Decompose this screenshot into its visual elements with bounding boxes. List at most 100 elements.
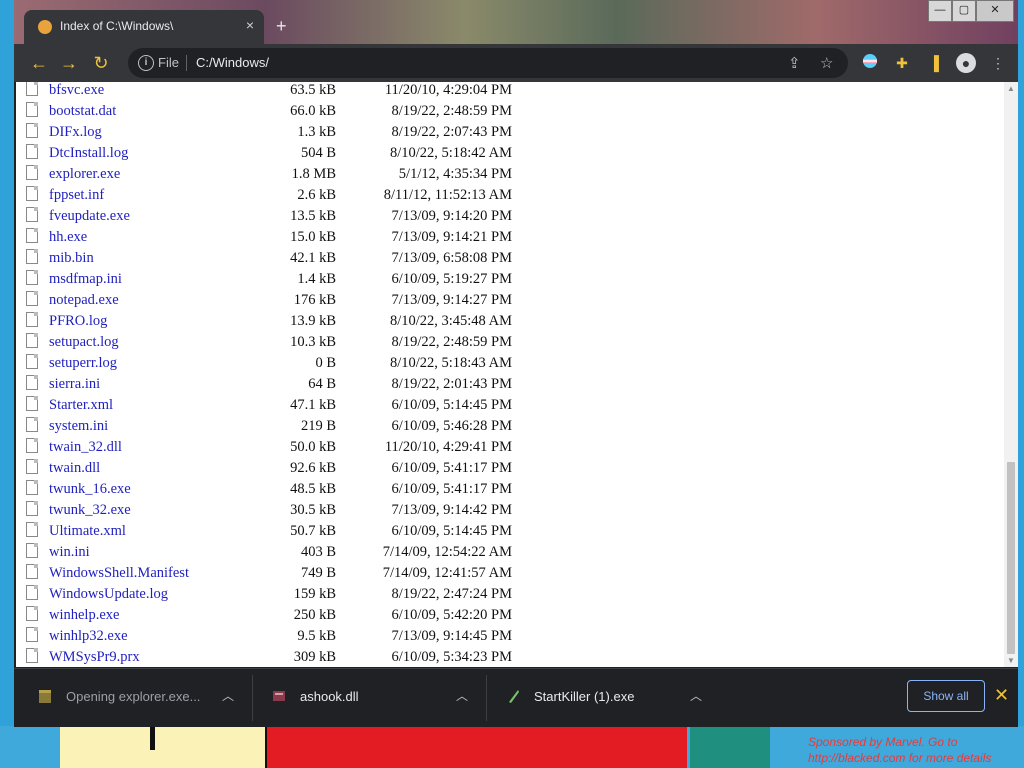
close-download-shelf-icon[interactable]: ✕: [994, 685, 1009, 706]
file-modified-date: 7/13/09, 9:14:45 PM: [391, 627, 512, 644]
file-icon: [26, 522, 38, 537]
file-icon: [26, 501, 38, 516]
minimize-button[interactable]: —: [928, 0, 952, 22]
file-modified-date: 8/19/22, 2:01:43 PM: [391, 375, 512, 392]
profile-avatar-icon[interactable]: ●: [956, 53, 976, 73]
file-link[interactable]: winhelp.exe: [49, 607, 119, 623]
forward-arrow-icon[interactable]: →: [58, 52, 80, 74]
file-size: 64 B: [308, 375, 336, 392]
file-size: 219 B: [300, 417, 336, 434]
file-cell-icon: [26, 205, 49, 226]
file-link[interactable]: win.ini: [49, 544, 90, 560]
file-link[interactable]: system.ini: [49, 418, 108, 434]
wallpaper-art-cream: [60, 726, 265, 768]
table-row: msdfmap.ini 1.4 kB 6/10/09, 5:19:27 PM: [26, 268, 512, 289]
file-link[interactable]: DIFx.log: [49, 124, 102, 140]
file-link[interactable]: winhlp32.exe: [49, 628, 128, 644]
file-icon: [26, 417, 38, 432]
file-cell-icon: [26, 646, 49, 667]
omnibox-divider: [186, 55, 187, 71]
scroll-down-arrow-icon[interactable]: ▼: [1007, 656, 1015, 665]
file-link[interactable]: notepad.exe: [49, 292, 119, 308]
file-link[interactable]: PFRO.log: [49, 313, 107, 329]
url-text[interactable]: C:/Windows/: [196, 55, 269, 70]
file-link[interactable]: setuperr.log: [49, 355, 117, 371]
table-row: WindowsShell.Manifest 749 B 7/14/09, 12:41…: [26, 562, 512, 583]
file-link[interactable]: WindowsShell.Manifest: [49, 565, 189, 581]
file-size: 66.0 kB: [290, 102, 336, 119]
close-window-button[interactable]: ✕: [976, 0, 1014, 22]
file-link[interactable]: twain_32.dll: [49, 439, 122, 455]
file-link[interactable]: sierra.ini: [49, 376, 100, 392]
file-link[interactable]: msdfmap.ini: [49, 271, 122, 287]
scrollbar-thumb[interactable]: [1007, 462, 1015, 654]
file-link[interactable]: twunk_16.exe: [49, 481, 131, 497]
tab-index-of-windows[interactable]: Index of C:\Windows\ ×: [24, 10, 264, 44]
file-name-cell: DIFx.log: [49, 121, 239, 142]
file-link[interactable]: bfsvc.exe: [49, 82, 104, 98]
file-icon: [26, 291, 38, 306]
vertical-scrollbar[interactable]: ▲ ▼: [1004, 82, 1018, 667]
file-cell-icon: [26, 121, 49, 142]
chevron-up-icon[interactable]: ︿: [222, 687, 234, 704]
file-modified-date: 11/20/10, 4:29:41 PM: [384, 438, 512, 455]
file-cell-icon: [26, 226, 49, 247]
file-link[interactable]: WMSysPr9.prx: [49, 649, 140, 665]
file-link[interactable]: explorer.exe: [49, 166, 120, 182]
flag-extension-icon[interactable]: [860, 53, 880, 73]
file-modified-date: 8/10/22, 5:18:43 AM: [389, 354, 512, 371]
file-size: 1.4 kB: [297, 270, 336, 287]
menu-kebab-icon[interactable]: ⋮: [988, 53, 1008, 73]
file-link[interactable]: Starter.xml: [49, 397, 113, 413]
bookmark-star-icon[interactable]: ☆: [820, 54, 833, 72]
file-link[interactable]: fppset.inf: [49, 187, 104, 203]
file-link[interactable]: twunk_32.exe: [49, 502, 131, 518]
file-size: 13.5 kB: [290, 207, 336, 224]
scroll-up-arrow-icon[interactable]: ▲: [1007, 84, 1015, 93]
file-modified-date: 7/13/09, 9:14:27 PM: [391, 291, 512, 308]
file-link[interactable]: Ultimate.xml: [49, 523, 126, 539]
file-modified-date: 7/13/09, 9:14:21 PM: [391, 228, 512, 245]
table-row: mib.bin 42.1 kB 7/13/09, 6:58:08 PM: [26, 247, 512, 268]
file-name-cell: twain_32.dll: [49, 436, 239, 457]
file-name-cell: explorer.exe: [49, 163, 239, 184]
directory-listing-page: bfsvc.exe 63.5 kB 11/20/10, 4:29:04 PM boot…: [16, 82, 1004, 667]
download-shelf: Opening explorer.exe... ︿ ashook.dll ︿ S…: [14, 668, 1018, 727]
share-icon[interactable]: ⇪: [788, 54, 801, 72]
site-info-icon[interactable]: i: [138, 55, 154, 71]
file-link[interactable]: hh.exe: [49, 229, 87, 245]
file-size: 10.3 kB: [290, 333, 336, 350]
download-item-startkiller[interactable]: StartKiller (1).exe ︿: [500, 669, 718, 727]
tab-close-icon[interactable]: ×: [246, 17, 254, 33]
file-link[interactable]: fveupdate.exe: [49, 208, 130, 224]
download-item-explorer[interactable]: Opening explorer.exe... ︿: [32, 669, 250, 727]
chevron-up-icon[interactable]: ︿: [690, 687, 702, 704]
file-name-cell: WindowsShell.Manifest: [49, 562, 239, 583]
table-row: WMSysPr9.prx 309 kB 6/10/09, 5:34:23 PM: [26, 646, 512, 667]
file-link[interactable]: WindowsUpdate.log: [49, 586, 168, 602]
show-all-downloads-button[interactable]: Show all: [907, 680, 985, 712]
extensions-puzzle-icon[interactable]: ✚: [892, 53, 912, 73]
address-bar[interactable]: i File C:/Windows/ ⇪ ☆: [128, 48, 848, 78]
file-icon: [26, 480, 38, 495]
file-link[interactable]: bootstat.dat: [49, 103, 116, 119]
file-link[interactable]: twain.dll: [49, 460, 100, 476]
side-panel-icon[interactable]: ▐: [924, 53, 944, 73]
file-icon: [26, 543, 38, 558]
file-modified-date: 6/10/09, 5:46:28 PM: [391, 417, 512, 434]
file-listing-table: bfsvc.exe 63.5 kB 11/20/10, 4:29:04 PM boot…: [26, 82, 512, 667]
file-link[interactable]: mib.bin: [49, 250, 94, 266]
file-cell-icon: [26, 604, 49, 625]
file-link[interactable]: DtcInstall.log: [49, 145, 128, 161]
file-link[interactable]: setupact.log: [49, 334, 119, 350]
chevron-up-icon[interactable]: ︿: [456, 687, 468, 704]
table-row: WindowsUpdate.log 159 kB 8/19/22, 2:47:24 …: [26, 583, 512, 604]
new-tab-plus-icon[interactable]: +: [276, 16, 287, 37]
back-arrow-icon[interactable]: ←: [28, 52, 50, 74]
file-icon: [26, 312, 38, 327]
maximize-button[interactable]: ▢: [952, 0, 976, 22]
download-item-ashook[interactable]: ashook.dll ︿: [266, 669, 484, 727]
file-icon: [26, 585, 38, 600]
reload-icon[interactable]: ↻: [90, 52, 112, 74]
file-name-cell: Ultimate.xml: [49, 520, 239, 541]
